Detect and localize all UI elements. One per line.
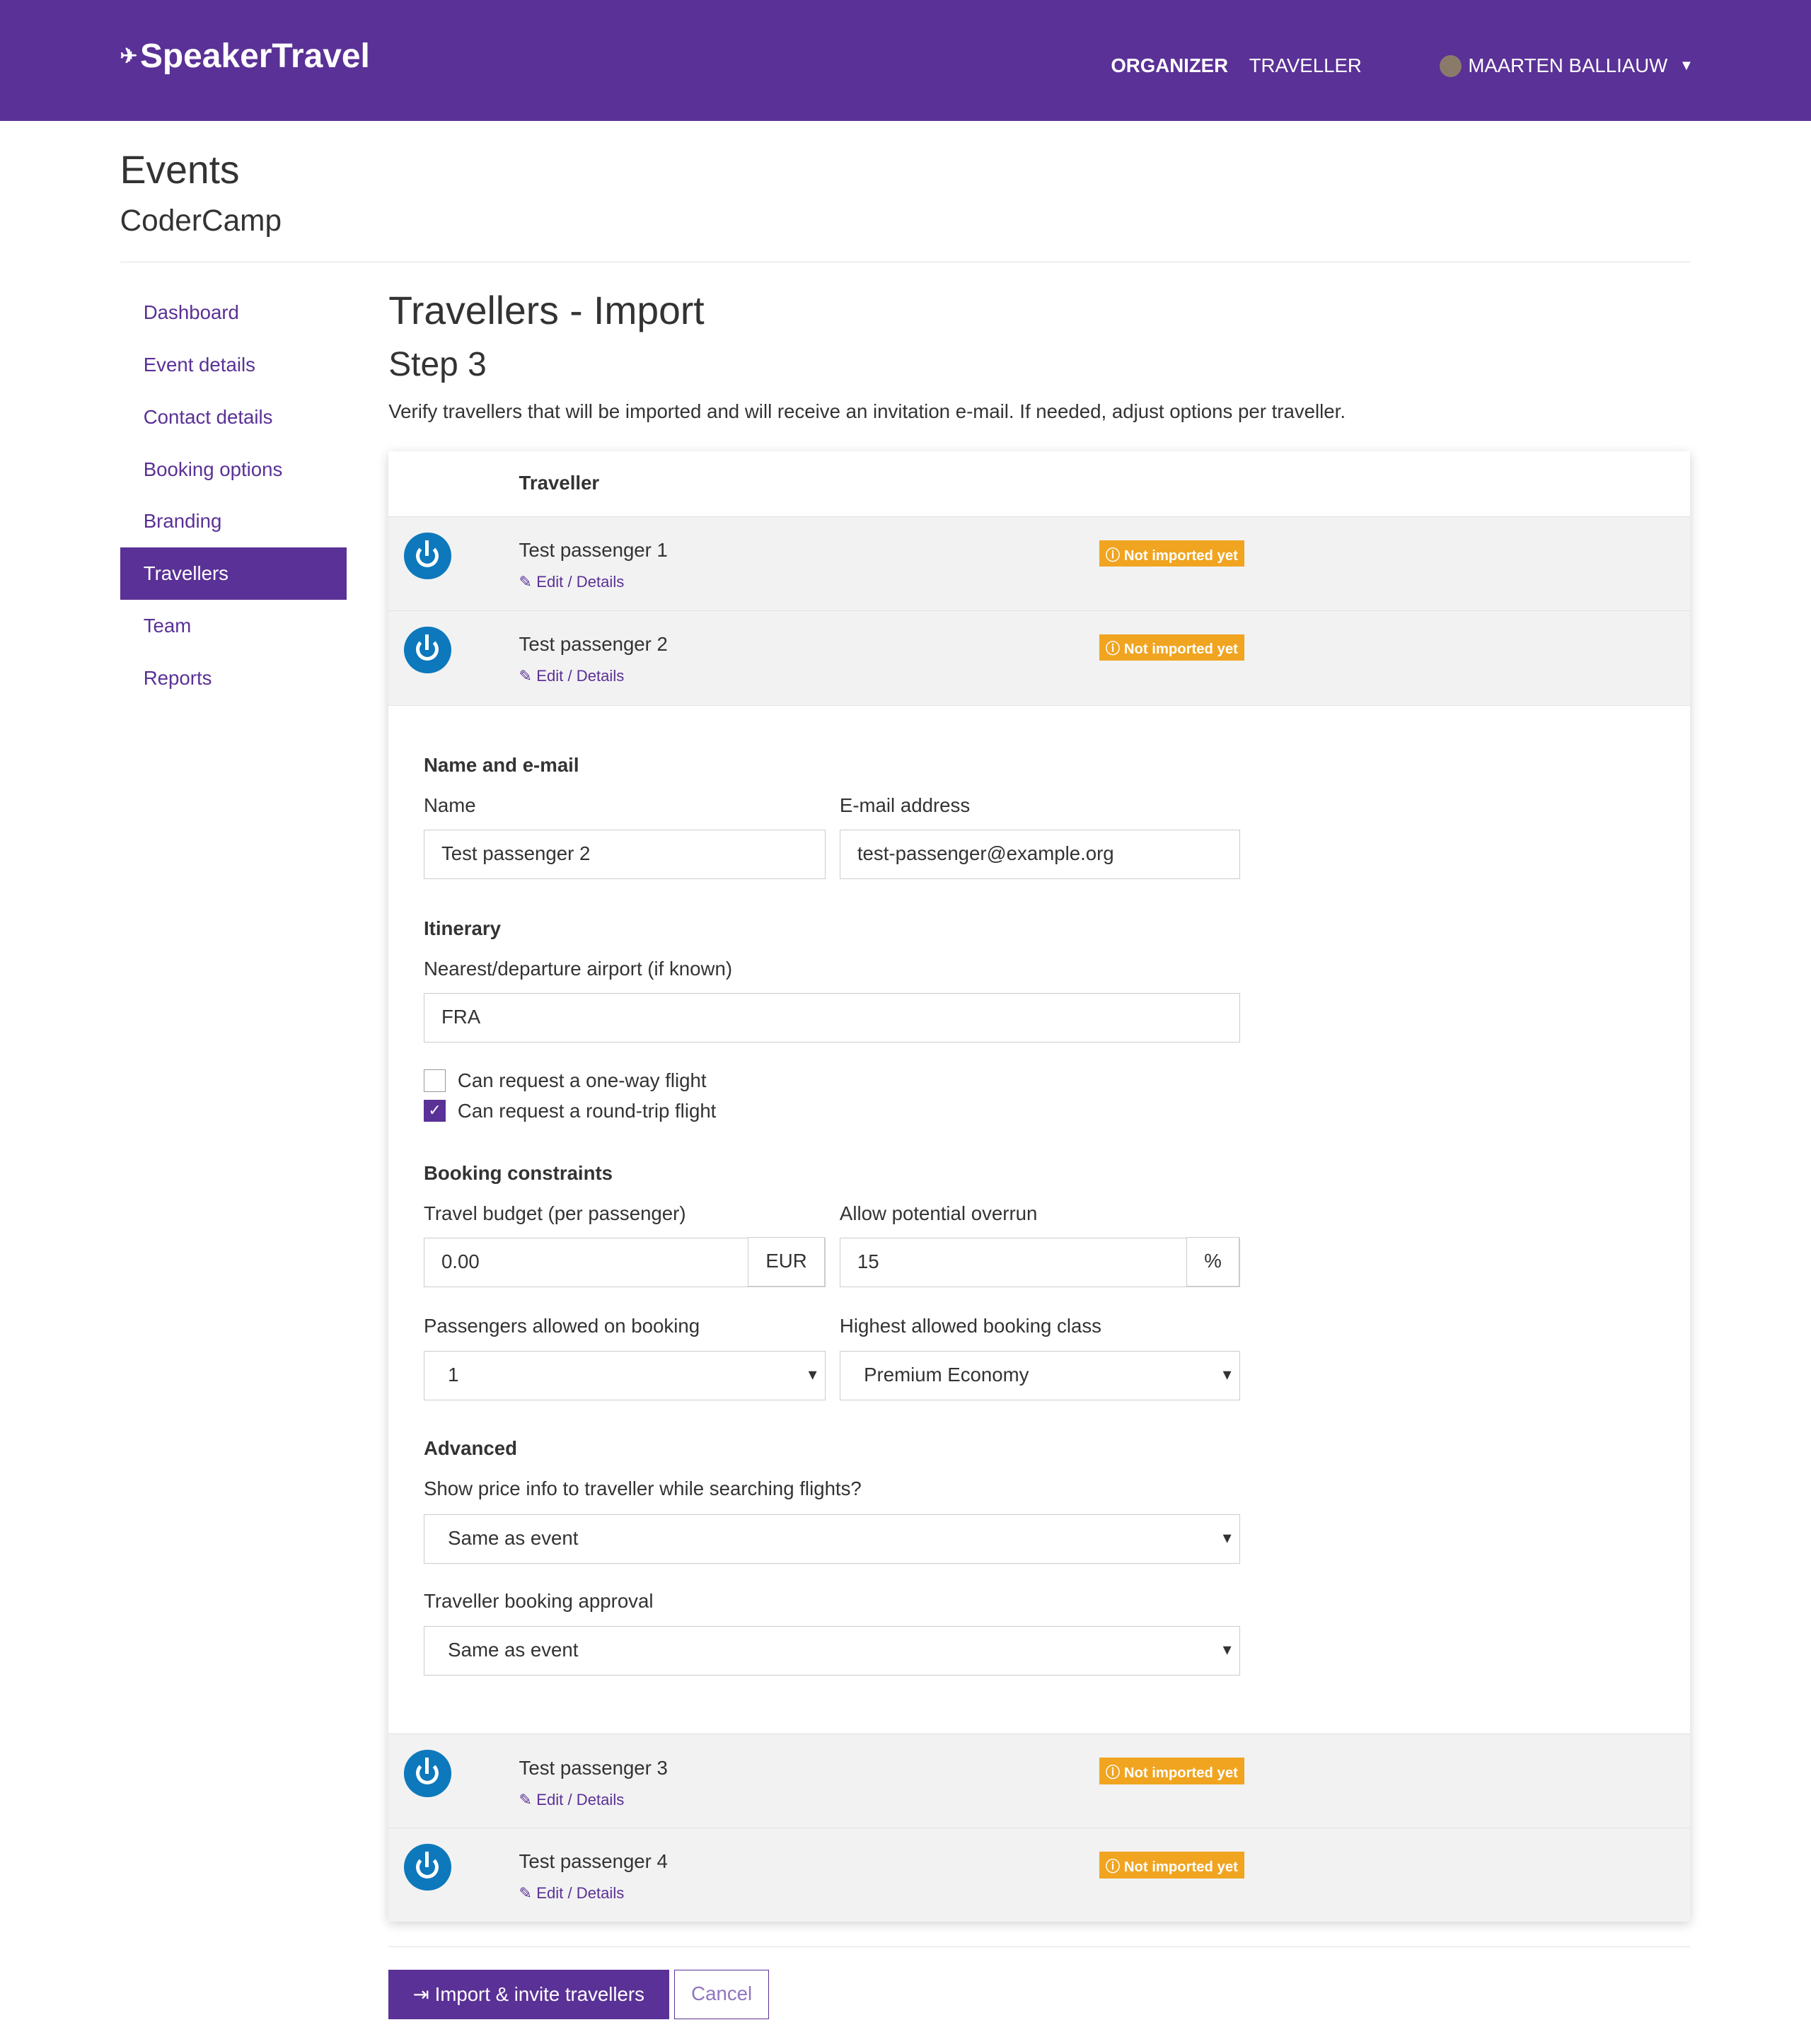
traveller-row[interactable]: Test passenger 3 ✎ Edit / Details ⓘ Not … [388,1734,1690,1829]
column-header-traveller: Traveller [519,472,600,494]
edit-label: Edit / Details [536,1790,625,1808]
sidebar-item-reports[interactable]: Reports [120,652,347,704]
section-title: Travellers - Import [388,289,705,333]
avatar-icon [404,532,451,580]
sidebar-item-event-details[interactable]: Event details [120,339,347,391]
avatar-icon [404,1750,451,1797]
email-input[interactable]: test-passenger@example.org [839,830,1240,880]
event-name: CoderCamp [120,203,282,237]
divider [388,1946,1690,1947]
user-menu[interactable]: MAARTEN BALLIAUW ▼ [1439,54,1694,78]
traveller-name: Test passenger 3 [519,1756,668,1779]
currency-addon: EUR [748,1237,825,1287]
traveller-name: Test passenger 4 [519,1850,668,1873]
edit-label: Edit / Details [536,1884,625,1903]
airport-label: Nearest/departure airport (if known) [423,957,733,980]
traveller-edit-form: Name and e-mail Name E-mail address Test… [388,705,1690,1734]
nav-traveller[interactable]: TRAVELLER [1249,54,1362,77]
passengers-select[interactable]: 1 [423,1351,826,1401]
status-text: Not imported yet [1123,547,1238,564]
sidebar-item-booking-options[interactable]: Booking options [120,443,347,496]
sidebar-item-contact-details[interactable]: Contact details [120,391,347,443]
page-title: Events [120,148,240,192]
caret-down-icon: ▼ [1679,57,1694,74]
price-info-select[interactable]: Same as event [423,1514,1240,1564]
section-booking-constraints: Booking constraints [423,1162,613,1185]
class-label: Highest allowed booking class [839,1314,1101,1337]
overrun-label: Allow potential overrun [839,1202,1038,1225]
status-badge: ⓘ Not imported yet [1099,634,1245,661]
import-icon: ⇥ [412,1982,429,2005]
email-label: E-mail address [839,794,971,817]
edit-details-link[interactable]: ✎ Edit / Details [519,1791,625,1809]
step-description: Verify travellers that will be imported … [388,400,1346,422]
page: ✈ SpeakerTravel ORGANIZER TRAVELLER MAART… [0,0,1811,2044]
edit-label: Edit / Details [536,666,625,685]
edit-label: Edit / Details [536,573,625,591]
status-badge: ⓘ Not imported yet [1099,540,1245,567]
roundtrip-checkbox[interactable]: ✓ [423,1099,446,1122]
booking-class-select[interactable]: Premium Economy [839,1351,1240,1401]
budget-value: 0.00 [441,1250,480,1273]
sidebar-item-branding[interactable]: Branding [120,495,347,547]
budget-input[interactable]: 0.00 EUR [423,1237,826,1288]
sidebar-item-team[interactable]: Team [120,600,347,652]
traveller-row[interactable]: Test passenger 2 ✎ Edit / Details ⓘ Not … [388,610,1690,706]
budget-label: Travel budget (per passenger) [423,1202,686,1225]
traveller-row[interactable]: Test passenger 1 ✎ Edit / Details ⓘ Not … [388,516,1690,612]
traveller-name: Test passenger 2 [519,632,668,655]
oneway-label[interactable]: Can request a one-way flight [458,1069,707,1092]
overrun-input[interactable]: 15% [839,1237,1240,1288]
sidebar-item-dashboard[interactable]: Dashboard [120,286,347,339]
name-label: Name [423,794,476,817]
traveller-name: Test passenger 1 [519,539,668,562]
top-navbar: ✈ SpeakerTravel ORGANIZER TRAVELLER MAART… [0,0,1811,122]
travellers-table: Traveller Test passenger 1 ✎ Edit / Deta… [388,451,1690,1922]
edit-details-link[interactable]: ✎ Edit / Details [519,1884,625,1903]
status-text: Not imported yet [1123,1859,1238,1875]
status-badge: ⓘ Not imported yet [1099,1758,1245,1784]
status-text: Not imported yet [1123,641,1238,658]
status-badge: ⓘ Not imported yet [1099,1852,1245,1878]
import-label: Import & invite travellers [434,1982,644,2005]
avatar-icon [404,626,451,673]
approval-label: Traveller booking approval [423,1589,654,1612]
section-advanced: Advanced [423,1437,518,1460]
avatar [1439,54,1462,78]
import-invite-button[interactable]: ⇥ Import & invite travellers [388,1969,669,2019]
passengers-label: Passengers allowed on booking [423,1314,700,1337]
approval-select[interactable]: Same as event [423,1626,1240,1676]
nav-organizer[interactable]: ORGANIZER [1111,54,1228,77]
section-name-email: Name and e-mail [423,754,579,777]
percent-addon: % [1186,1237,1239,1287]
plane-icon: ✈ [120,44,138,68]
sidebar-item-travellers[interactable]: Travellers [120,547,347,600]
status-text: Not imported yet [1123,1765,1238,1782]
roundtrip-label[interactable]: Can request a round-trip flight [458,1100,716,1122]
section-itinerary: Itinerary [423,917,502,939]
cancel-button[interactable]: Cancel [673,1969,770,2019]
oneway-checkbox[interactable] [423,1069,446,1092]
name-input[interactable]: Test passenger 2 [423,830,826,880]
price-info-label: Show price info to traveller while searc… [423,1477,862,1500]
edit-details-link[interactable]: ✎ Edit / Details [519,573,625,591]
logo[interactable]: ✈ SpeakerTravel [120,37,370,76]
edit-details-link[interactable]: ✎ Edit / Details [519,667,625,685]
airport-input[interactable]: FRA [423,992,1240,1043]
traveller-row[interactable]: Test passenger 4 ✎ Edit / Details ⓘ Not … [388,1828,1690,1922]
overrun-value: 15 [857,1250,879,1273]
avatar-icon [404,1844,451,1891]
step-title: Step 3 [388,346,487,384]
